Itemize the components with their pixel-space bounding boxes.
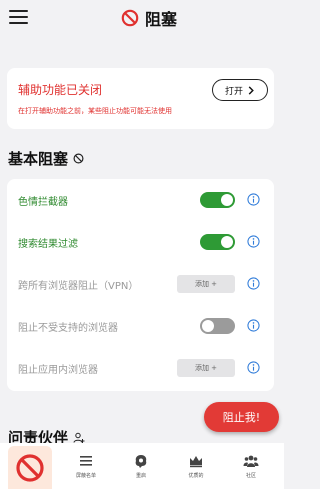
- setting-label: 跨所有浏览器阻止（VPN）: [18, 281, 139, 292]
- open-button-label: 打开: [224, 86, 243, 97]
- nav-label: 屏蔽名单: [75, 473, 96, 479]
- list-icon: [80, 456, 92, 466]
- setting-label: 色情拦截器: [18, 197, 68, 208]
- in-app-browser-add-button[interactable]: 添加 +: [177, 359, 235, 377]
- setting-row-vpn-block: 跨所有浏览器阻止（VPN） 添加 +: [7, 263, 274, 305]
- open-accessibility-button[interactable]: 打开: [212, 79, 268, 101]
- alert-title: 辅助功能已关闭: [18, 83, 103, 97]
- header-title-group: 阻塞: [121, 6, 177, 30]
- community-icon: [243, 455, 259, 467]
- info-icon[interactable]: [247, 361, 260, 374]
- brain-icon: [135, 455, 147, 468]
- info-icon[interactable]: [247, 193, 260, 206]
- setting-row-search-filter: 搜索结果过滤: [7, 221, 274, 263]
- block-icon: [16, 453, 44, 482]
- block-me-button[interactable]: 阻止我!: [204, 402, 279, 432]
- block-icon: [121, 9, 139, 27]
- page-title: 阻塞: [144, 10, 177, 29]
- add-person-icon[interactable]: [73, 432, 85, 444]
- chevron-right-icon: [248, 85, 254, 95]
- basic-block-card: 色情拦截器 搜索结果过滤 跨所有浏览器阻止（VPN） 添加 + 阻止不受支持的浏…: [7, 179, 274, 391]
- menu-icon[interactable]: [9, 10, 28, 24]
- setting-row-unsupported-browsers: 阻止不受支持的浏览器: [7, 305, 274, 347]
- nav-item-community[interactable]: 社区: [231, 453, 271, 487]
- basic-block-header: 基本阻塞: [8, 148, 84, 169]
- setting-label: 搜索结果过滤: [18, 239, 78, 250]
- block-small-icon: [73, 153, 84, 164]
- basic-block-title: 基本阻塞: [8, 150, 69, 168]
- nav-item-premium[interactable]: 优质的: [176, 453, 216, 487]
- accessibility-alert-card: 辅助功能已关闭 在打开辅助功能之前，某些阻止功能可能无法使用 打开: [7, 68, 274, 129]
- setting-row-in-app-browsers: 阻止应用内浏览器 添加 +: [7, 347, 274, 389]
- vpn-add-button[interactable]: 添加 +: [177, 275, 235, 293]
- nav-item-blocklist[interactable]: 屏蔽名单: [66, 453, 106, 487]
- porn-blocker-toggle[interactable]: [200, 192, 235, 208]
- bottom-nav: 屏蔽名单 重启 优质的 社区: [0, 443, 284, 489]
- nav-label: 社区: [245, 473, 256, 479]
- info-icon[interactable]: [247, 277, 260, 290]
- app-header: 阻塞: [0, 0, 284, 36]
- search-filter-toggle[interactable]: [200, 234, 235, 250]
- alert-description: 在打开辅助功能之前，某些阻止功能可能无法使用: [18, 107, 172, 115]
- setting-label: 阻止不受支持的浏览器: [18, 323, 118, 334]
- nav-label: 重启: [135, 473, 146, 479]
- crown-icon: [190, 456, 202, 468]
- setting-label: 阻止应用内浏览器: [18, 365, 98, 376]
- setting-row-porn-blocker: 色情拦截器: [7, 179, 274, 221]
- nav-item-reboot[interactable]: 重启: [121, 453, 161, 487]
- info-icon[interactable]: [247, 235, 260, 248]
- nav-label: 优质的: [188, 473, 204, 479]
- unsupported-browsers-toggle[interactable]: [200, 318, 235, 334]
- nav-item-block[interactable]: [8, 446, 52, 489]
- info-icon[interactable]: [247, 319, 260, 332]
